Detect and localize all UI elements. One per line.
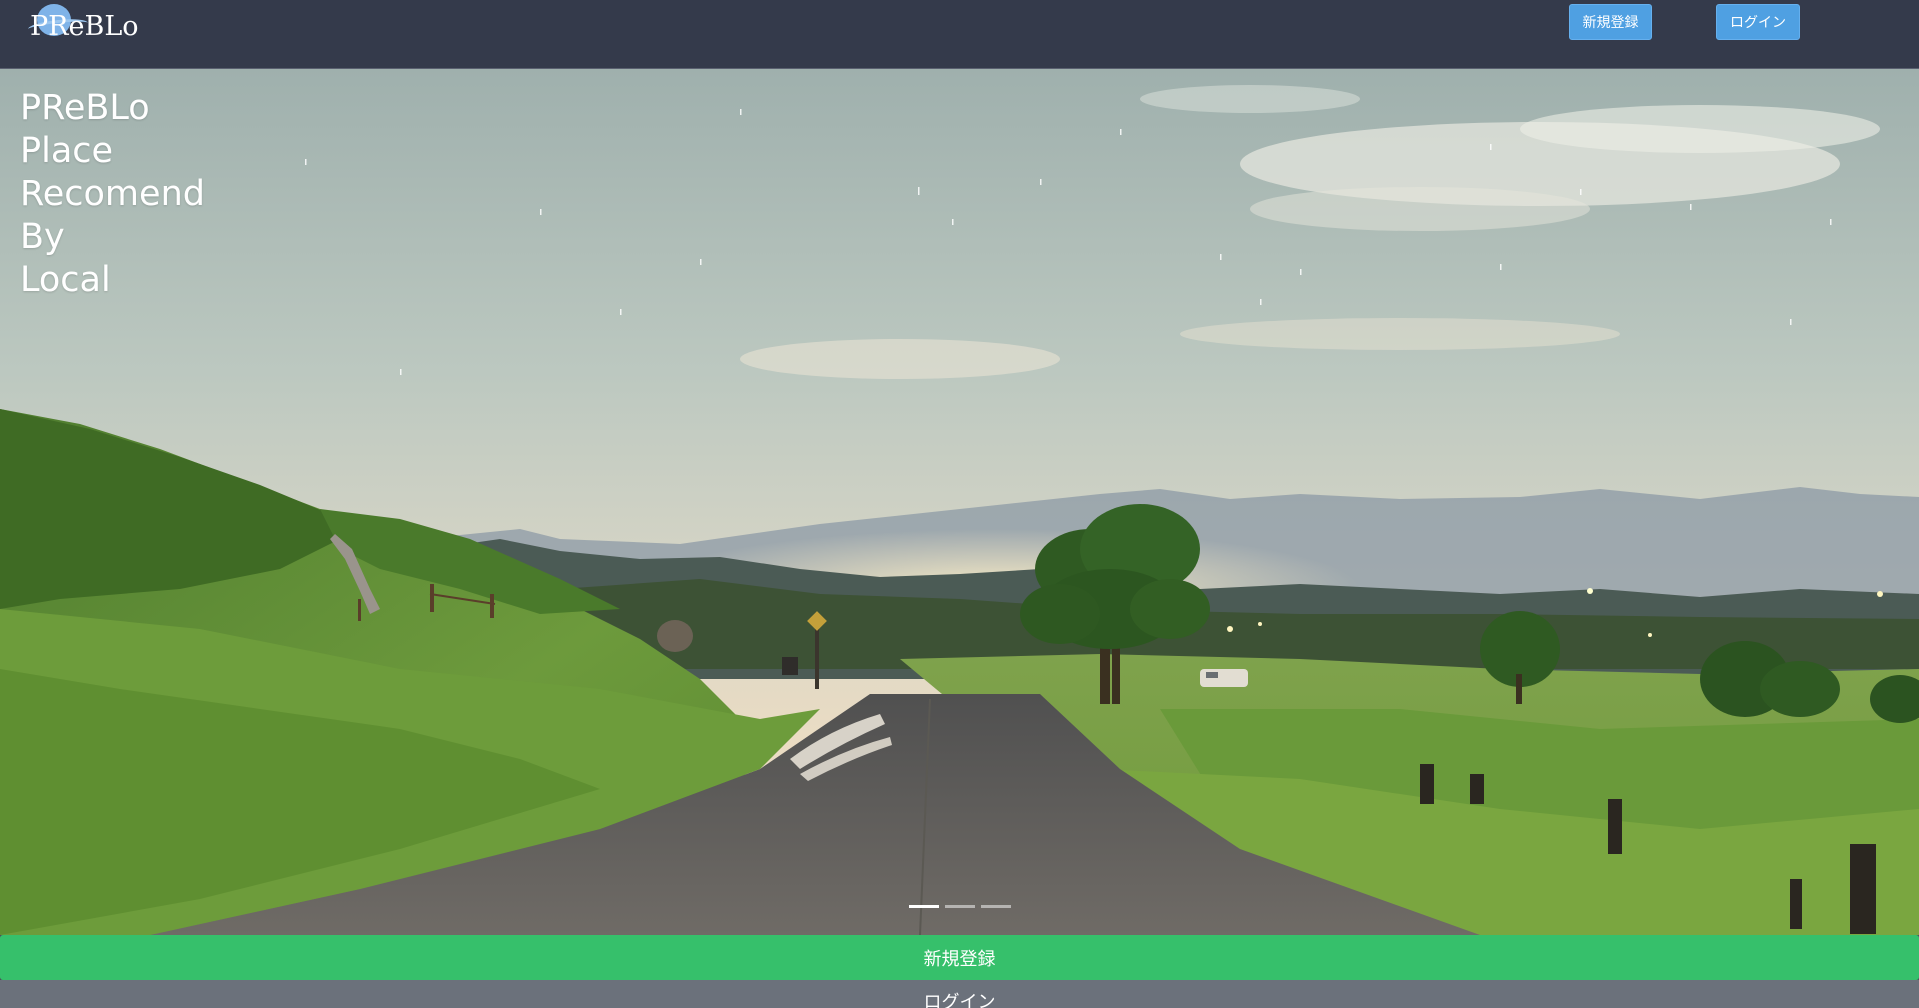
- navbar: PReBLo 新規登録 ログイン: [0, 0, 1919, 69]
- hero-carousel: PReBLo Place Recomend By Local: [0, 69, 1919, 935]
- carousel-indicator-2[interactable]: [945, 905, 975, 908]
- brand-logo[interactable]: PReBLo: [27, 4, 148, 52]
- carousel-indicator-3[interactable]: [981, 905, 1011, 908]
- brand-name: PReBLo: [30, 11, 139, 42]
- tagline-line: Place: [20, 131, 114, 171]
- carousel-indicator-1[interactable]: [909, 905, 939, 908]
- nav-login-button[interactable]: ログイン: [1716, 4, 1800, 40]
- tagline-line: Local: [20, 260, 111, 300]
- hero-landscape-image: [0, 69, 1919, 935]
- nav-register-button[interactable]: 新規登録: [1569, 4, 1652, 40]
- tagline-line: PReBLo: [20, 88, 150, 128]
- tagline-line: Recomend: [20, 174, 205, 214]
- register-button[interactable]: 新規登録: [0, 935, 1919, 980]
- login-button[interactable]: ログイン: [0, 980, 1919, 1008]
- tagline-line: By: [20, 217, 65, 257]
- hero-tagline: PReBLo Place Recomend By Local: [20, 87, 205, 302]
- carousel-indicators: [909, 905, 1011, 908]
